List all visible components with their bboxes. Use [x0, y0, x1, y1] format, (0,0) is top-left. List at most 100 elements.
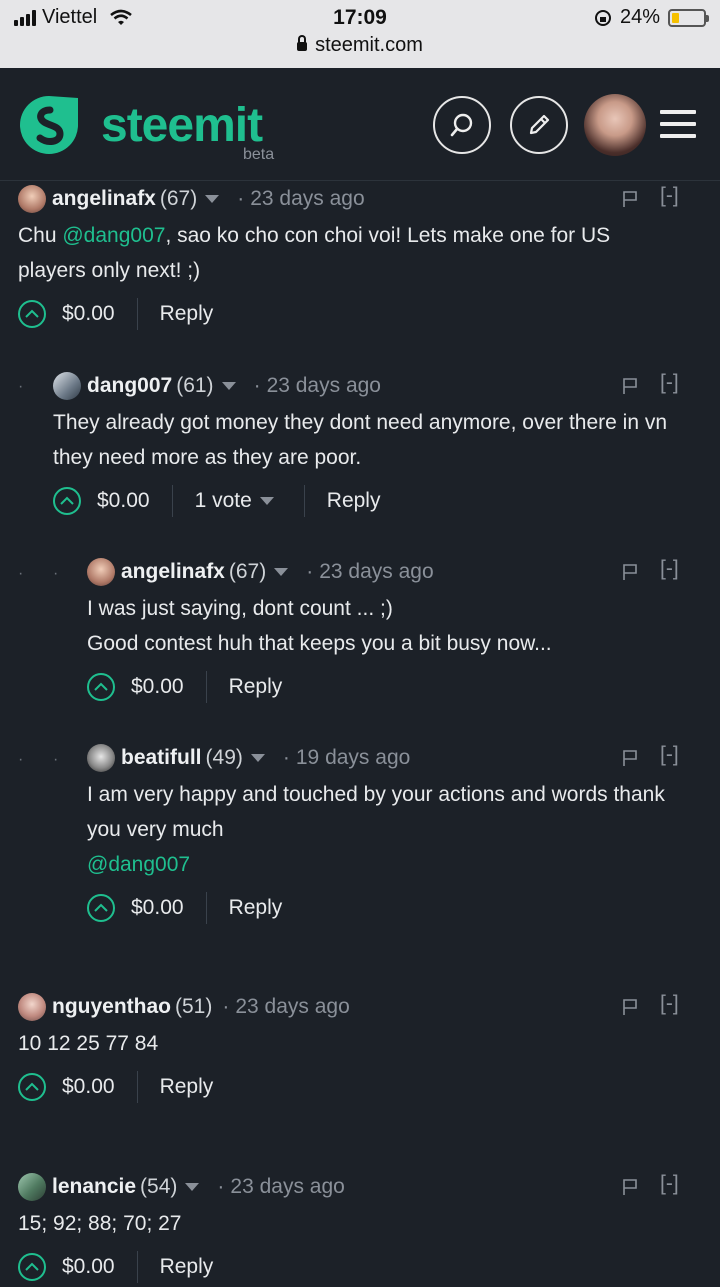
- lock-icon: [297, 35, 308, 51]
- payout[interactable]: $0.00: [62, 1075, 115, 1099]
- avatar[interactable]: [18, 1173, 46, 1201]
- comment-footer: $0.00 Reply: [87, 667, 704, 707]
- comment-footer: $0.00 Reply: [18, 294, 704, 334]
- edit-icon: [529, 114, 550, 135]
- indent-marker: ·: [18, 378, 24, 395]
- author-name[interactable]: dang007: [87, 374, 172, 398]
- flag-icon[interactable]: [622, 377, 638, 395]
- comment: angelinafx (67) · 23 days ago [-] Chu @d…: [18, 182, 704, 334]
- reply-button[interactable]: Reply: [229, 675, 283, 699]
- comment-header: lenancie (54) · 23 days ago [-]: [18, 1170, 704, 1204]
- upvote-icon[interactable]: [18, 1073, 46, 1101]
- reply-button[interactable]: Reply: [160, 302, 214, 326]
- author-name[interactable]: nguyenthao: [52, 995, 171, 1019]
- site-header: steemit beta: [0, 68, 720, 181]
- status-bar: Viettel 17:09 24% steemit.com: [0, 0, 720, 68]
- caret-down-icon[interactable]: [205, 195, 220, 203]
- upvote-icon[interactable]: [87, 673, 115, 701]
- upvote-icon[interactable]: [87, 894, 115, 922]
- reply-button[interactable]: Reply: [229, 896, 283, 920]
- steemit-logo-icon[interactable]: [16, 92, 82, 158]
- comment-header: dang007 (61) · 23 days ago [-]: [53, 369, 704, 403]
- payout[interactable]: $0.00: [62, 1255, 115, 1279]
- payout[interactable]: $0.00: [131, 896, 184, 920]
- comment-header: beatifull (49) · 19 days ago [-]: [87, 741, 704, 775]
- reply-button[interactable]: Reply: [160, 1075, 214, 1099]
- author-name[interactable]: angelinafx: [121, 560, 225, 584]
- upvote-icon[interactable]: [18, 1253, 46, 1281]
- comment-body: Chu @dang007, sao ko cho con choi voi! L…: [18, 218, 658, 288]
- reputation: (67): [159, 187, 198, 210]
- flag-icon[interactable]: [622, 190, 638, 208]
- timestamp[interactable]: 23 days ago: [230, 1175, 344, 1199]
- brand-name[interactable]: steemit: [101, 98, 263, 153]
- flag-icon[interactable]: [622, 998, 638, 1016]
- author-name[interactable]: lenancie: [52, 1175, 136, 1199]
- payout[interactable]: $0.00: [62, 302, 115, 326]
- author-name[interactable]: angelinafx: [52, 187, 156, 211]
- write-post-button[interactable]: [510, 96, 568, 154]
- battery-icon: [668, 8, 709, 27]
- battery-fill: [672, 12, 679, 23]
- reply-button[interactable]: Reply: [160, 1255, 214, 1279]
- flag-icon[interactable]: [622, 563, 638, 581]
- divider: [136, 1071, 138, 1103]
- battery-percent: 24%: [619, 6, 660, 28]
- avatar[interactable]: [53, 372, 81, 400]
- divider: [205, 671, 207, 703]
- divider: [136, 1251, 138, 1283]
- comment-header: angelinafx (67) · 23 days ago [-]: [18, 182, 704, 216]
- url-bar[interactable]: steemit.com: [0, 34, 720, 57]
- timestamp[interactable]: 23 days ago: [250, 187, 364, 211]
- collapse-button[interactable]: [-]: [660, 184, 679, 208]
- timestamp[interactable]: 23 days ago: [319, 560, 433, 584]
- collapse-button[interactable]: [-]: [660, 743, 679, 767]
- mention-link[interactable]: @dang007: [87, 847, 667, 882]
- url-text: steemit.com: [315, 34, 423, 56]
- caret-down-icon: [259, 497, 274, 505]
- divider: [205, 892, 207, 924]
- upvote-icon[interactable]: [53, 487, 81, 515]
- timestamp[interactable]: 23 days ago: [235, 995, 349, 1019]
- reply-button[interactable]: Reply: [327, 489, 381, 513]
- comment-text: I am very happy and touched by your acti…: [87, 783, 665, 841]
- comment-footer: $0.00 Reply: [87, 888, 704, 928]
- upvote-icon[interactable]: [18, 300, 46, 328]
- payout[interactable]: $0.00: [131, 675, 184, 699]
- comment-footer: $0.00 Reply: [18, 1067, 704, 1107]
- payout[interactable]: $0.00: [97, 489, 150, 513]
- search-button[interactable]: [433, 96, 491, 154]
- comment-header: angelinafx (67) · 23 days ago [-]: [87, 555, 704, 589]
- votes-dropdown[interactable]: 1 vote: [195, 489, 282, 513]
- timestamp[interactable]: 19 days ago: [296, 746, 410, 770]
- comment-body: 10 12 25 77 84: [18, 1032, 159, 1055]
- collapse-button[interactable]: [-]: [660, 557, 679, 581]
- caret-down-icon[interactable]: [274, 568, 289, 576]
- avatar[interactable]: [18, 185, 46, 213]
- timestamp[interactable]: 23 days ago: [267, 374, 381, 398]
- reputation: (51): [175, 995, 213, 1018]
- separator-dot: ·: [253, 374, 261, 397]
- separator-dot: ·: [282, 746, 290, 769]
- caret-down-icon[interactable]: [250, 754, 265, 762]
- caret-down-icon[interactable]: [221, 382, 236, 390]
- menu-icon[interactable]: [660, 110, 696, 146]
- collapse-button[interactable]: [-]: [660, 1172, 679, 1196]
- comment: angelinafx (67) · 23 days ago [-] I was …: [87, 555, 704, 707]
- avatar[interactable]: [87, 744, 115, 772]
- separator-dot: ·: [217, 1175, 225, 1198]
- flag-icon[interactable]: [622, 749, 638, 767]
- user-avatar[interactable]: [584, 94, 646, 156]
- avatar[interactable]: [18, 993, 46, 1021]
- comment-text: I was just saying, dont count ... ;): [87, 597, 393, 620]
- separator-dot: ·: [222, 995, 230, 1018]
- collapse-button[interactable]: [-]: [660, 992, 679, 1016]
- comment-footer: $0.00 Reply: [18, 1247, 704, 1287]
- avatar[interactable]: [87, 558, 115, 586]
- flag-icon[interactable]: [622, 1178, 638, 1196]
- divider: [171, 485, 173, 517]
- author-name[interactable]: beatifull: [121, 746, 202, 770]
- collapse-button[interactable]: [-]: [660, 371, 679, 395]
- mention-link[interactable]: @dang007: [62, 224, 165, 247]
- caret-down-icon[interactable]: [185, 1183, 200, 1191]
